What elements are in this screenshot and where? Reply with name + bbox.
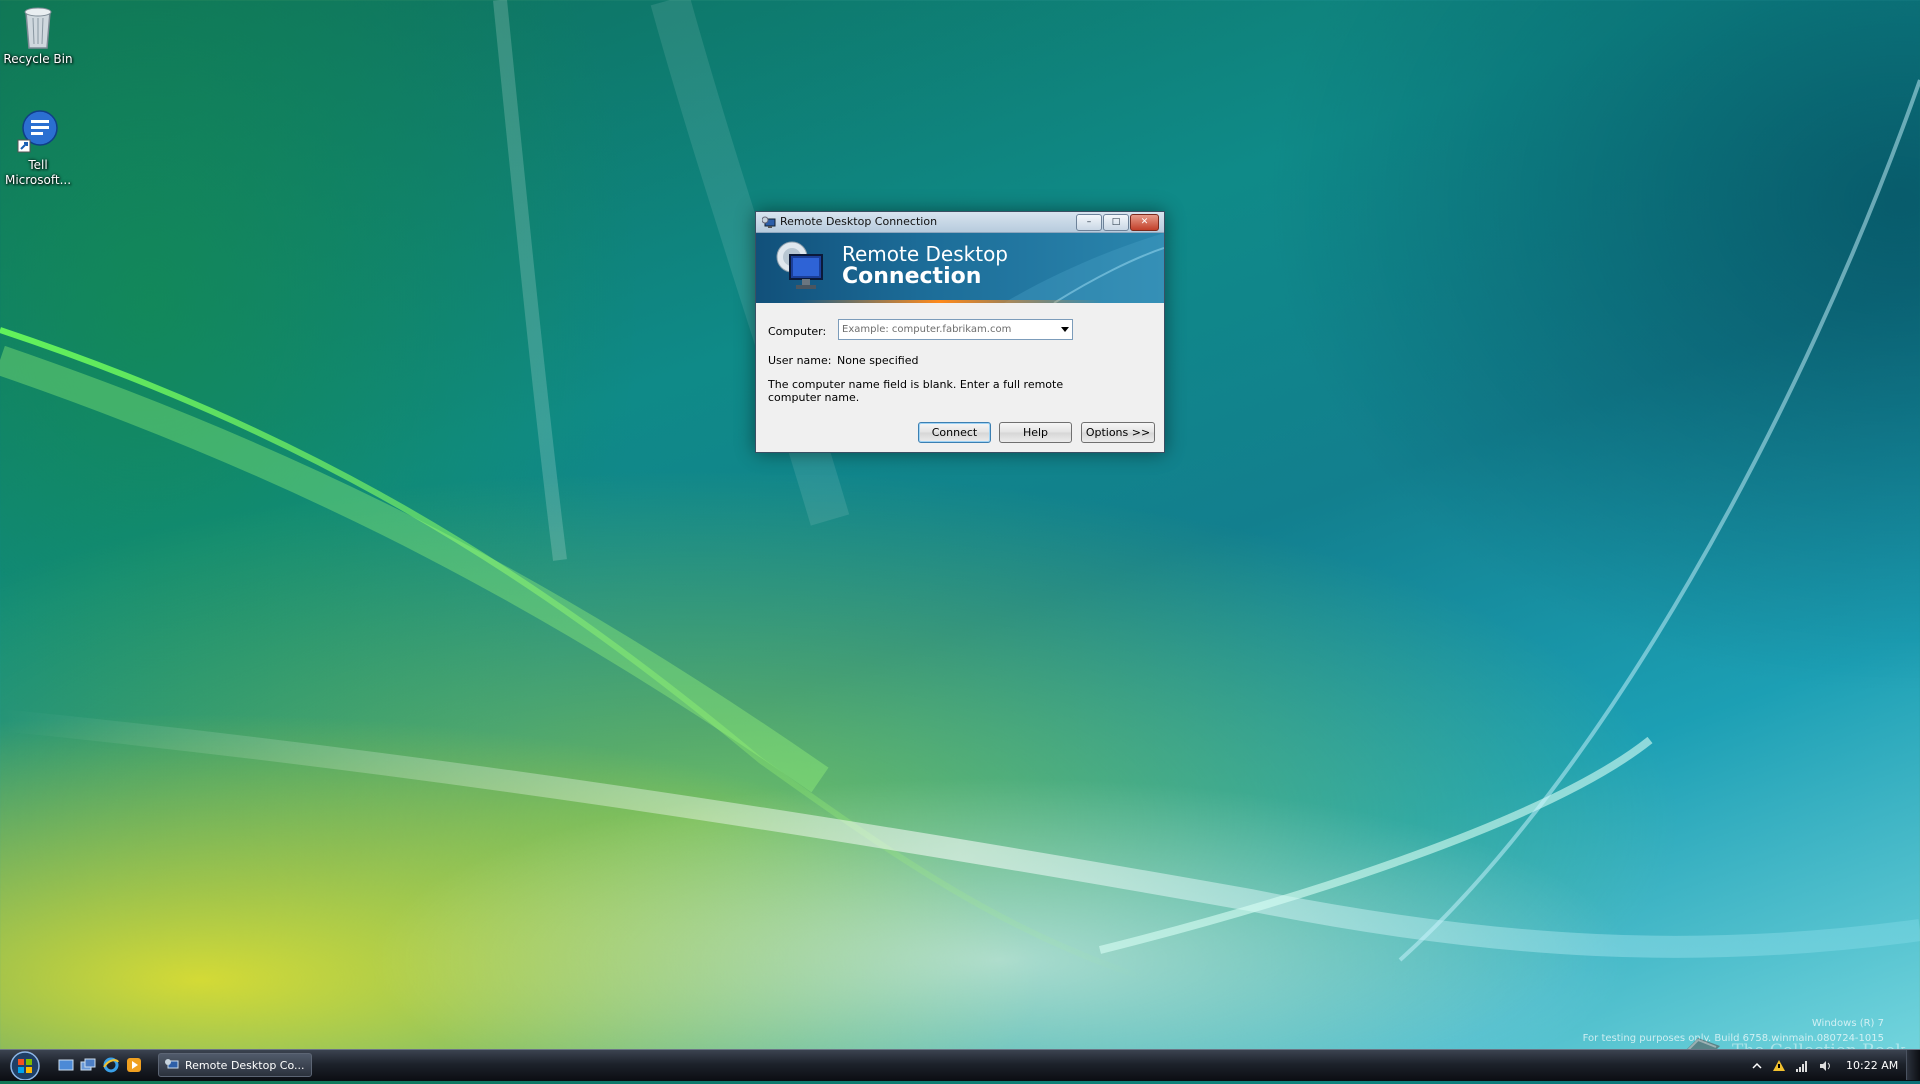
help-button[interactable]: Help [999,422,1072,443]
recycle-bin-icon [14,2,62,50]
close-button[interactable]: ✕ [1130,214,1159,231]
banner-title-line1: Remote Desktop [842,242,1009,266]
action-center-icon[interactable] [1772,1058,1786,1072]
options-button[interactable]: Options >> [1081,422,1155,443]
taskbar-clock[interactable]: 10:22 AM [1846,1059,1898,1072]
remote-desktop-icon [761,215,776,229]
start-button[interactable] [3,1049,41,1081]
maximize-button[interactable]: □ [1103,214,1129,231]
taskbar-item-label: Remote Desktop Co... [185,1059,305,1072]
dialog-title-bar[interactable]: Remote Desktop Connection – □ ✕ [756,212,1164,233]
chevron-down-icon[interactable] [1061,327,1069,332]
tell-microsoft-icon [14,108,62,156]
username-label: User name: [768,354,832,367]
close-icon: ✕ [1140,217,1149,227]
desktop-icon-recycle-bin[interactable]: Recycle Bin [0,2,76,67]
internet-explorer-icon[interactable] [103,1057,119,1073]
username-value: None specified [837,354,919,367]
show-desktop-icon[interactable] [58,1057,74,1073]
show-desktop-button[interactable] [1906,1050,1920,1080]
desktop-wallpaper [0,0,1920,983]
switch-windows-icon[interactable] [80,1057,96,1073]
banner-title-line2: Connection [842,264,982,289]
watermark-line1: Windows (R) 7 [1811,1018,1884,1029]
show-hidden-icons-icon[interactable] [1750,1058,1764,1072]
windows-logo-icon [10,1051,40,1081]
desktop-icon-label: Recycle Bin [3,52,73,66]
desktop-icon-label: Tell Microsoft... [4,158,72,187]
network-icon[interactable] [1795,1058,1809,1072]
remote-desktop-large-icon [772,239,828,295]
dialog-banner: Remote Desktop Connection [756,233,1164,303]
banner-accent-stripe [756,300,1164,303]
taskbar-item-remote-desktop[interactable]: Remote Desktop Co... [158,1053,312,1077]
desktop-icon-tell-microsoft[interactable]: Tell Microsoft... [0,108,76,188]
computer-label: Computer: [768,325,827,338]
validation-message: The computer name field is blank. Enter … [768,378,1064,404]
remote-desktop-icon [165,1058,179,1072]
minimize-button[interactable]: – [1076,214,1102,231]
minimize-icon: – [1086,217,1092,227]
connect-button[interactable]: Connect [918,422,991,443]
volume-icon[interactable] [1818,1058,1832,1072]
dialog-title: Remote Desktop Connection [780,215,938,228]
maximize-icon: □ [1111,217,1121,227]
media-player-icon[interactable] [126,1057,142,1073]
computer-combobox[interactable] [838,319,1073,340]
remote-desktop-dialog: Remote Desktop Connection – □ ✕ Remote D… [755,211,1165,453]
computer-input[interactable] [839,320,1055,339]
